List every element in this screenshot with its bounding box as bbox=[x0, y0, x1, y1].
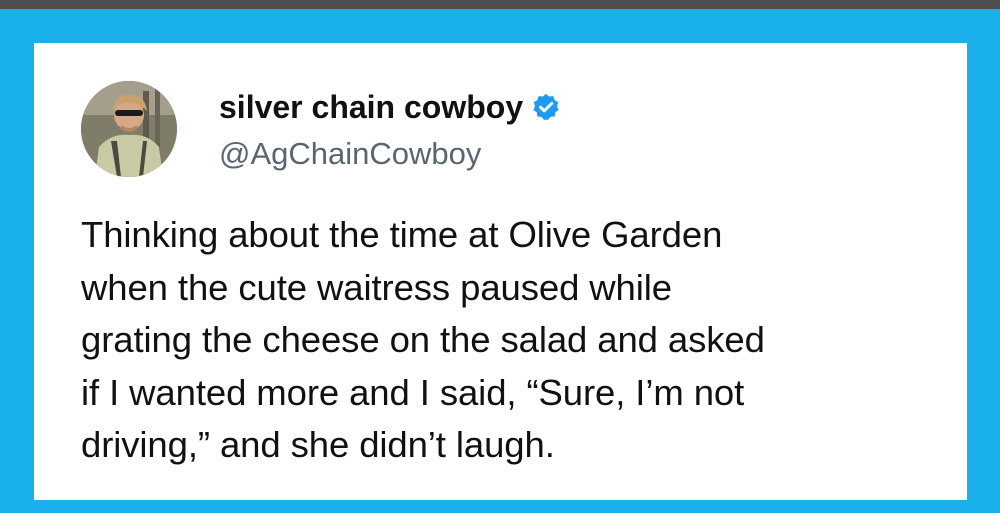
tweet-text-line: when the cute waitress paused while bbox=[81, 266, 672, 308]
user-handle[interactable]: @AgChainCowboy bbox=[219, 136, 481, 172]
tweet-text-line: driving,” and she didn’t laugh. bbox=[81, 424, 555, 465]
top-strip bbox=[0, 0, 1000, 9]
tweet-text-line: grating the cheese on the salad and aske… bbox=[81, 319, 765, 360]
tweet-card: silver chain cowboy @AgChainCowboy Think… bbox=[34, 43, 967, 500]
tweet-text: Thinking about the time at Olive Garden … bbox=[81, 209, 951, 472]
avatar-photo bbox=[81, 81, 177, 177]
tweet-text-line: Thinking about the time at Olive Garden bbox=[81, 214, 723, 255]
verified-badge-icon bbox=[533, 93, 559, 120]
display-name-row: silver chain cowboy bbox=[219, 85, 561, 129]
tweet-text-line: if I wanted more and I said, “Sure, I’m … bbox=[81, 371, 745, 413]
display-name[interactable]: silver chain cowboy bbox=[219, 85, 523, 129]
avatar[interactable] bbox=[81, 81, 177, 177]
